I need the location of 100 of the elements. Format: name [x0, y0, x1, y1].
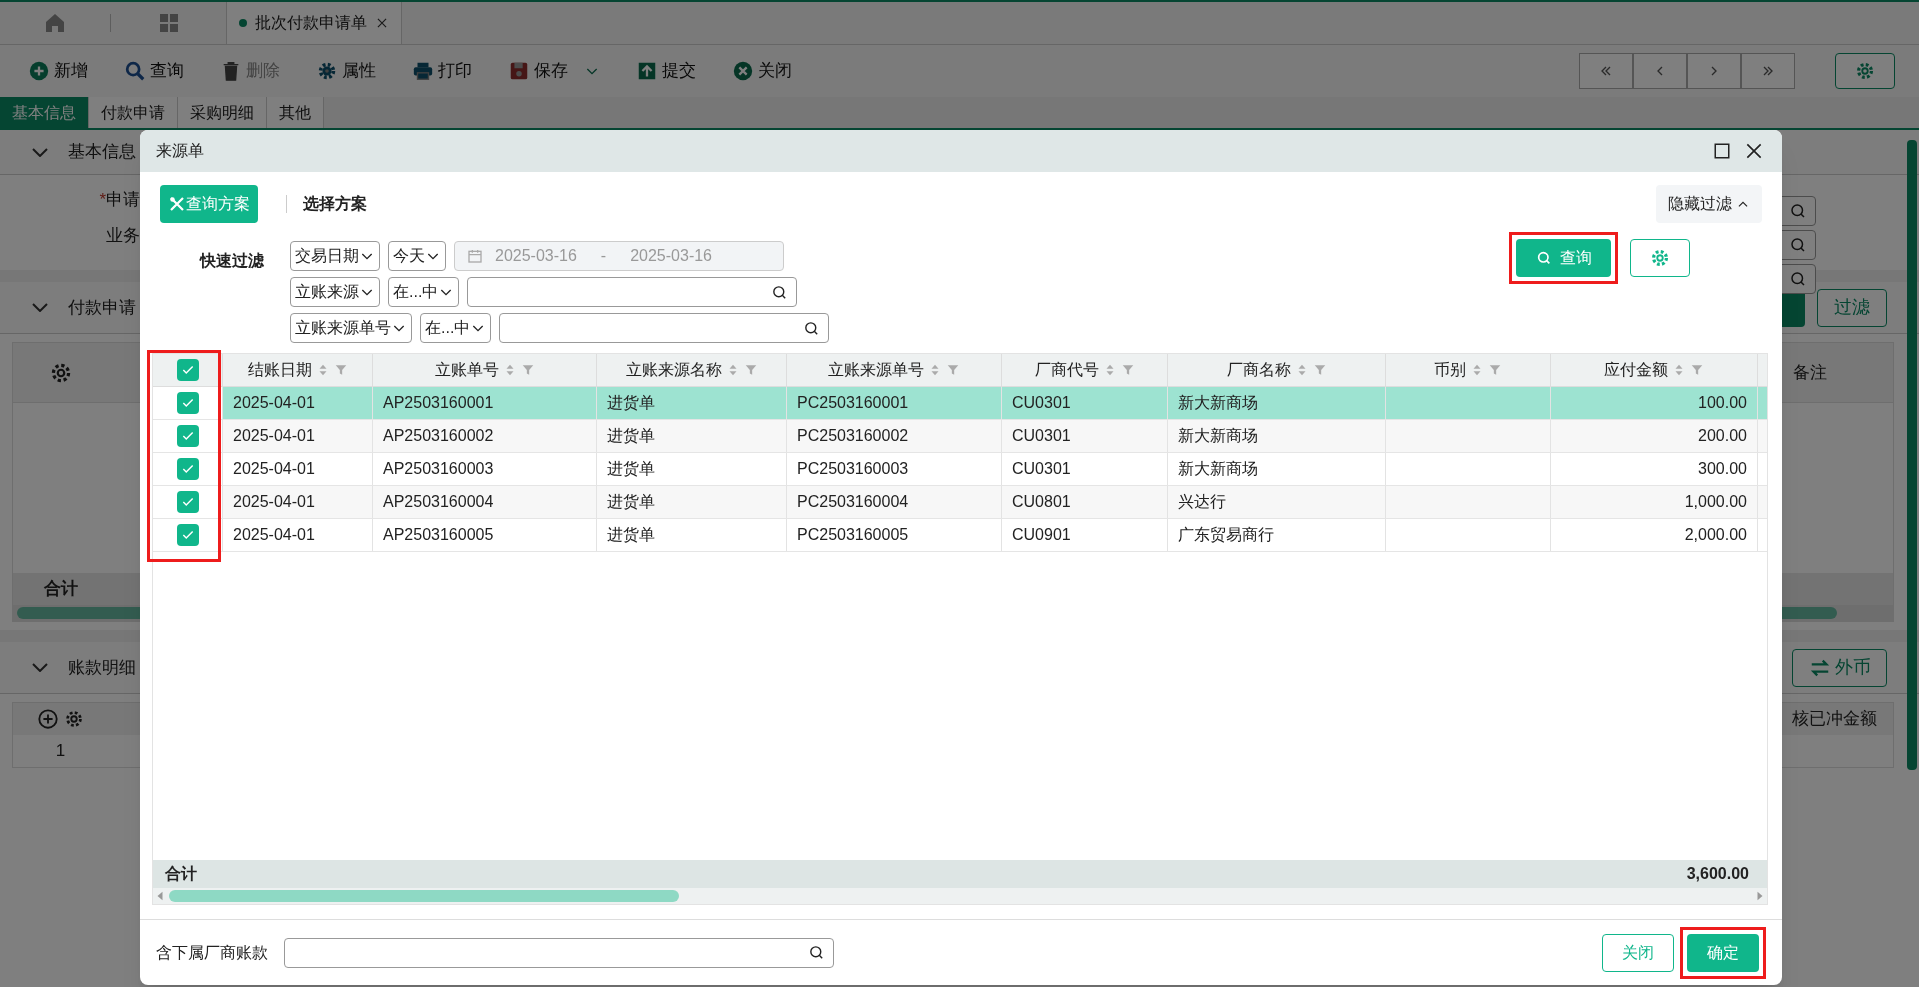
table-cell-text: CU0301	[1012, 393, 1071, 413]
confirm-button[interactable]: 确定	[1687, 933, 1759, 972]
table-cell-text: 2025-04-01	[233, 492, 315, 512]
column-header: 厂商名称	[1226, 360, 1291, 380]
close-icon	[1744, 141, 1764, 161]
filter-button[interactable]: 过滤	[1817, 288, 1887, 327]
lookup-field[interactable]	[467, 277, 798, 307]
column-header: 立账来源名称	[625, 360, 722, 380]
table-cell-text: 100.00	[1698, 393, 1747, 413]
plus-icon	[28, 60, 50, 82]
toolbar-button[interactable]: 保存	[504, 58, 604, 84]
query-scheme-button[interactable]: 查询方案	[160, 185, 258, 223]
query-button[interactable]: 查询	[1516, 239, 1611, 277]
table-cell-text: 新大新商场	[1178, 459, 1258, 479]
checkbox[interactable]	[176, 524, 199, 546]
checkbox[interactable]	[176, 392, 199, 414]
check-icon	[180, 429, 195, 443]
scrollbar-thumb[interactable]	[169, 890, 679, 902]
settings-button[interactable]	[1835, 53, 1895, 89]
filter-icon	[1120, 363, 1135, 377]
pager-button[interactable]	[1633, 53, 1687, 89]
table-cell-text: 300.00	[1698, 459, 1747, 479]
table-cell-text: 兴达行	[1178, 492, 1226, 512]
table-cell-text: 进货单	[607, 393, 655, 413]
toolbar-button[interactable]: 查询	[120, 58, 188, 84]
table-cell-text: AP2503160001	[383, 393, 494, 413]
operator-select[interactable]: 在...中	[388, 277, 460, 307]
section-title: 付款申请	[68, 296, 136, 319]
table-cell-text: 200.00	[1698, 426, 1747, 446]
settings-button[interactable]	[1630, 239, 1690, 277]
table-row[interactable]: 2025-04-01 AP2503160004 进货单 PC2503160004 CU0801 兴达行 1,000.00	[153, 486, 1767, 519]
form-tab[interactable]: 付款申请	[89, 97, 178, 128]
scroll-right-icon	[1755, 890, 1765, 902]
settings-icon	[1854, 60, 1876, 82]
total-label: 合计	[164, 864, 198, 884]
column-header: 立账单号	[434, 360, 499, 380]
column-header: 核已冲金额	[1792, 708, 1877, 731]
pager-button[interactable]	[1741, 53, 1795, 89]
table-cell-text: 2,000.00	[1684, 525, 1747, 545]
table-cell-text: 进货单	[607, 525, 655, 545]
scrollbar-thumb[interactable]	[1907, 140, 1917, 770]
checkbox[interactable]	[176, 425, 199, 447]
table-row[interactable]: 2025-04-01 AP2503160001 进货单 PC2503160001 CU0301 新大新商场 100.00	[153, 387, 1767, 420]
field-select[interactable]: 立账来源单号	[290, 313, 412, 343]
check-icon	[180, 363, 195, 377]
pager-button[interactable]	[1579, 53, 1633, 89]
operator-select[interactable]: 今天	[388, 241, 446, 271]
field-select[interactable]: 交易日期	[290, 241, 380, 271]
table-cell-text: CU0801	[1012, 492, 1071, 512]
filter-icon	[1488, 363, 1502, 377]
field-select[interactable]: 立账来源	[290, 277, 380, 307]
table-row[interactable]: 2025-04-01 AP2503160003 进货单 PC2503160003 CU0301 新大新商场 300.00	[153, 453, 1767, 486]
toolbar-button[interactable]: 新增	[24, 58, 92, 84]
tools-icon	[168, 195, 186, 213]
document-tab[interactable]: 批次付款申请单	[226, 2, 402, 44]
pager-button[interactable]	[1687, 53, 1741, 89]
form-tab[interactable]: 基本信息	[0, 97, 89, 128]
toolbar-button[interactable]: 关闭	[728, 58, 796, 84]
toolbar-button[interactable]: 打印	[408, 58, 476, 84]
toolbar-button[interactable]: 属性	[312, 58, 380, 84]
chevron-down-icon	[32, 303, 48, 312]
settings-icon	[1649, 247, 1671, 269]
required-mark: *	[99, 189, 106, 211]
search-icon	[1535, 250, 1552, 266]
table-cell-text: 进货单	[607, 492, 655, 512]
search-icon	[808, 944, 825, 961]
operator-select[interactable]: 在...中	[420, 313, 492, 343]
table-cell-text: PC2503160004	[797, 492, 909, 512]
toolbar-button[interactable]: 提交	[632, 58, 700, 84]
date-range-field[interactable]: 2025-03-16 - 2025-03-16	[454, 241, 784, 271]
filter-icon	[333, 363, 348, 377]
column-header: 厂商代号	[1034, 360, 1099, 380]
table-row[interactable]: 2025-04-01 AP2503160002 进货单 PC2503160002 CU0301 新大新商场 200.00	[153, 420, 1767, 453]
table-cell-text: CU0901	[1012, 525, 1071, 545]
table-row[interactable]: 2025-04-01 AP2503160005 进货单 PC2503160005 CU0901 广东贸易商行 2,000.00	[153, 519, 1767, 552]
checkbox[interactable]	[176, 491, 199, 513]
hide-filter-button[interactable]: 隐藏过滤	[1656, 185, 1762, 223]
table-cell-text: AP2503160002	[383, 426, 494, 446]
form-tab[interactable]: 其他	[267, 97, 324, 128]
settings-icon	[316, 60, 338, 82]
currency-button[interactable]: 外币	[1792, 648, 1887, 687]
search-icon	[771, 283, 789, 301]
checkbox[interactable]	[176, 359, 199, 381]
lookup-field[interactable]	[499, 313, 830, 343]
close-dialog-button[interactable]: 关闭	[1602, 933, 1674, 972]
tab-label: 批次付款申请单	[255, 13, 367, 33]
field-label: 含下属厂商账款	[156, 942, 268, 963]
checkbox[interactable]	[176, 458, 199, 480]
filter-icon	[520, 363, 535, 377]
form-tab[interactable]: 采购明细	[178, 97, 267, 128]
filter-icon	[1690, 363, 1704, 377]
printer-icon	[412, 60, 434, 82]
table-cell-text: 新大新商场	[1178, 393, 1258, 413]
lookup-field[interactable]	[284, 937, 834, 968]
table-cell-text: 2025-04-01	[233, 459, 315, 479]
table-cell-text: AP2503160003	[383, 459, 494, 479]
total-label: 合计	[42, 578, 79, 601]
table-cell-text: PC2503160002	[797, 426, 909, 446]
maximize-icon	[1713, 142, 1731, 160]
table-cell-text: PC2503160001	[797, 393, 909, 413]
